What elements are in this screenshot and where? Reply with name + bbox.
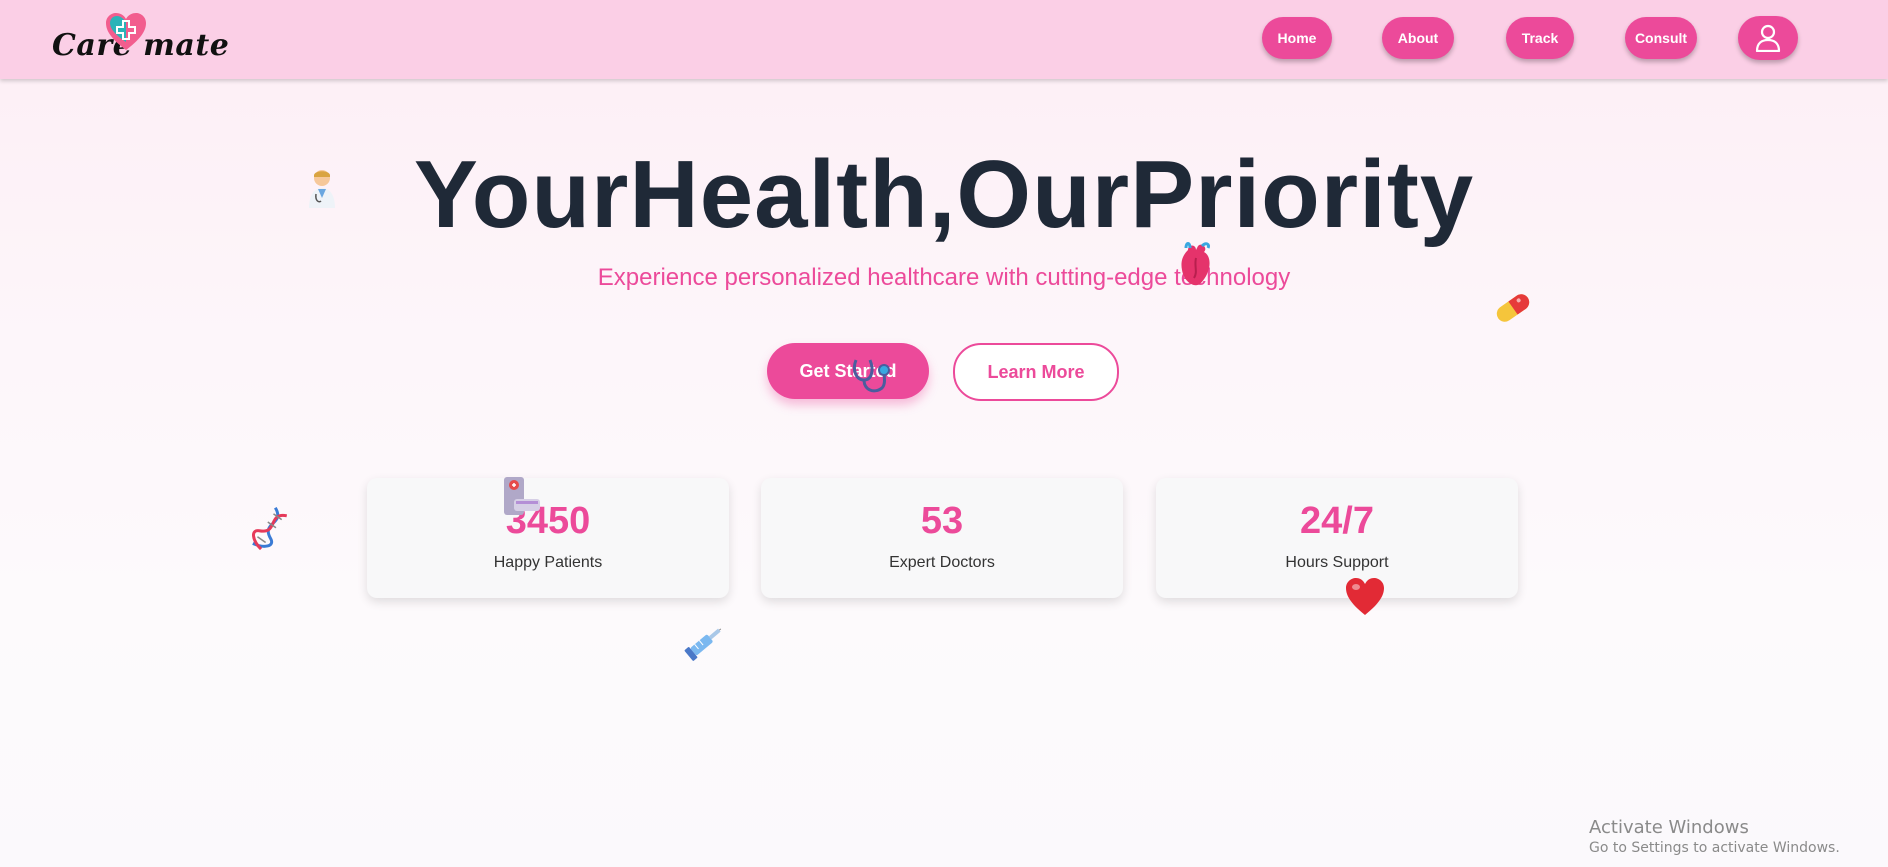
stat-value: 3450 [505, 500, 591, 542]
pill-icon [1496, 294, 1530, 322]
hero-title: YourHealth,OurPriority [413, 141, 1475, 248]
user-profile-button[interactable] [1738, 16, 1798, 60]
syringe-icon [684, 628, 722, 661]
learn-more-button[interactable]: Learn More [953, 343, 1119, 401]
activate-windows-watermark: Activate Windows Go to Settings to activ… [1589, 817, 1840, 856]
heart-icon [1346, 578, 1384, 615]
nav-consult-button[interactable]: Consult [1625, 17, 1697, 59]
nav-home-button[interactable]: Home [1262, 17, 1332, 59]
stat-label: Hours Support [1285, 554, 1389, 571]
activate-windows-title: Activate Windows [1589, 817, 1749, 838]
stat-card-patients: 3450 Happy Patients [367, 478, 729, 598]
brand-logo[interactable]: Care mate [52, 13, 229, 66]
user-icon [1755, 24, 1781, 52]
stat-label: Happy Patients [493, 554, 603, 571]
anatomical-heart-icon [1181, 242, 1210, 286]
stat-card-support: 24/7 Hours Support [1156, 478, 1518, 598]
activate-windows-subtitle: Go to Settings to activate Windows. [1589, 840, 1840, 856]
medical-bed-icon [504, 477, 540, 515]
doctor-icon [309, 170, 335, 208]
stat-label: Expert Doctors [889, 554, 995, 571]
stethoscope-icon [852, 359, 890, 393]
hero-subtitle: Experience personalized healthcare with … [597, 264, 1291, 291]
nav-track-button[interactable]: Track [1506, 17, 1574, 59]
stat-card-doctors: 53 Expert Doctors [761, 478, 1123, 598]
heart-cross-logo-icon [106, 13, 146, 50]
stat-value: 53 [920, 500, 964, 542]
dna-icon [252, 507, 288, 551]
stat-value: 24/7 [1300, 500, 1374, 542]
nav-about-button[interactable]: About [1382, 17, 1454, 59]
navbar: Care mate Home About Track Consult [0, 0, 1888, 79]
